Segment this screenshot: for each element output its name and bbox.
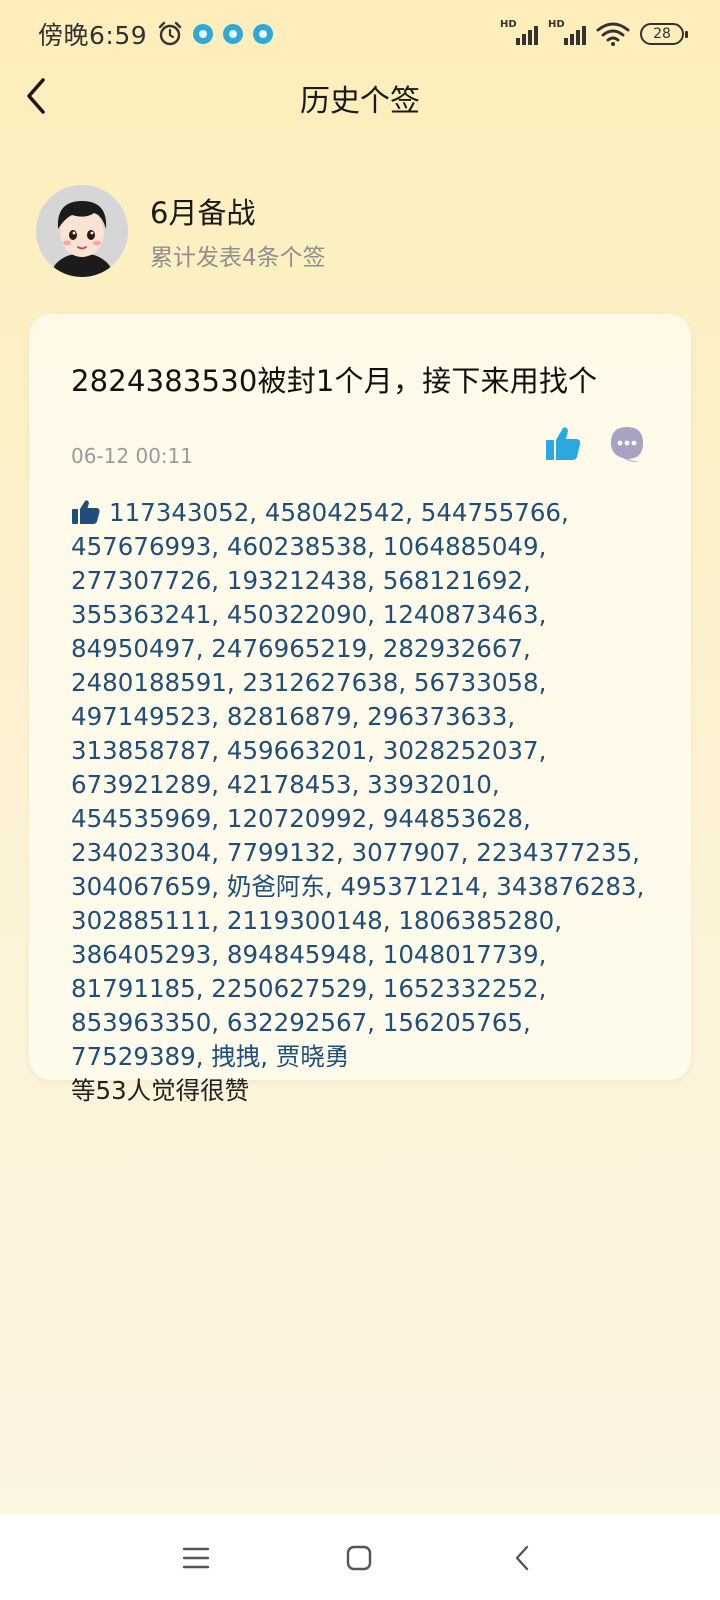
avatar[interactable]	[36, 185, 128, 277]
thumbs-up-icon	[546, 427, 581, 460]
home-button[interactable]	[337, 1536, 381, 1580]
nav-back-button[interactable]	[500, 1536, 544, 1580]
likers-summary: 等53人觉得很赞	[71, 1076, 250, 1105]
app-notification-icon	[253, 24, 274, 44]
likers-list: 117343052, 458042542, 544755766, 4576769…	[71, 496, 651, 1108]
avatar-image	[36, 185, 128, 277]
comment-button[interactable]	[607, 424, 647, 464]
comment-icon	[611, 427, 643, 463]
signal-icon: HD	[500, 19, 538, 45]
app-notification-icon	[223, 24, 244, 44]
page-title: 历史个签	[300, 84, 420, 119]
profile-name: 6月备战	[150, 196, 256, 230]
alarm-icon	[158, 21, 182, 46]
navigation-bar	[0, 1514, 720, 1600]
thumbs-up-icon	[72, 500, 100, 524]
menu-button[interactable]	[174, 1536, 218, 1580]
status-right: HD HD 28	[500, 19, 688, 47]
status-bar: 傍晚6:59 HD HD 28	[0, 0, 720, 68]
status-time: 傍晚6:59	[38, 21, 148, 50]
home-icon	[346, 1545, 372, 1571]
profile-header: 6月备战 累计发表4条个签	[36, 185, 326, 277]
like-button[interactable]	[543, 424, 583, 464]
battery-icon: 28	[640, 23, 688, 45]
post-time: 06-12 00:11	[71, 444, 194, 468]
likers-names[interactable]: 117343052, 458042542, 544755766, 4576769…	[71, 498, 644, 1071]
signature-card: 2824383530被封1个月，接下来用找个 06-12 00:11 11734…	[29, 314, 691, 1105]
signature-count: 累计发表4条个签	[150, 245, 326, 271]
wifi-icon	[596, 22, 630, 46]
app-notification-icon	[193, 24, 214, 44]
back-icon	[515, 1545, 529, 1571]
menu-icon	[182, 1547, 210, 1569]
signature-text: 2824383530被封1个月，接下来用找个	[71, 364, 598, 398]
status-left: 傍晚6:59	[38, 16, 274, 52]
header: 历史个签	[0, 60, 720, 132]
signal-icon: HD	[548, 19, 586, 45]
profile-text: 6月备战 累计发表4条个签	[150, 190, 326, 272]
